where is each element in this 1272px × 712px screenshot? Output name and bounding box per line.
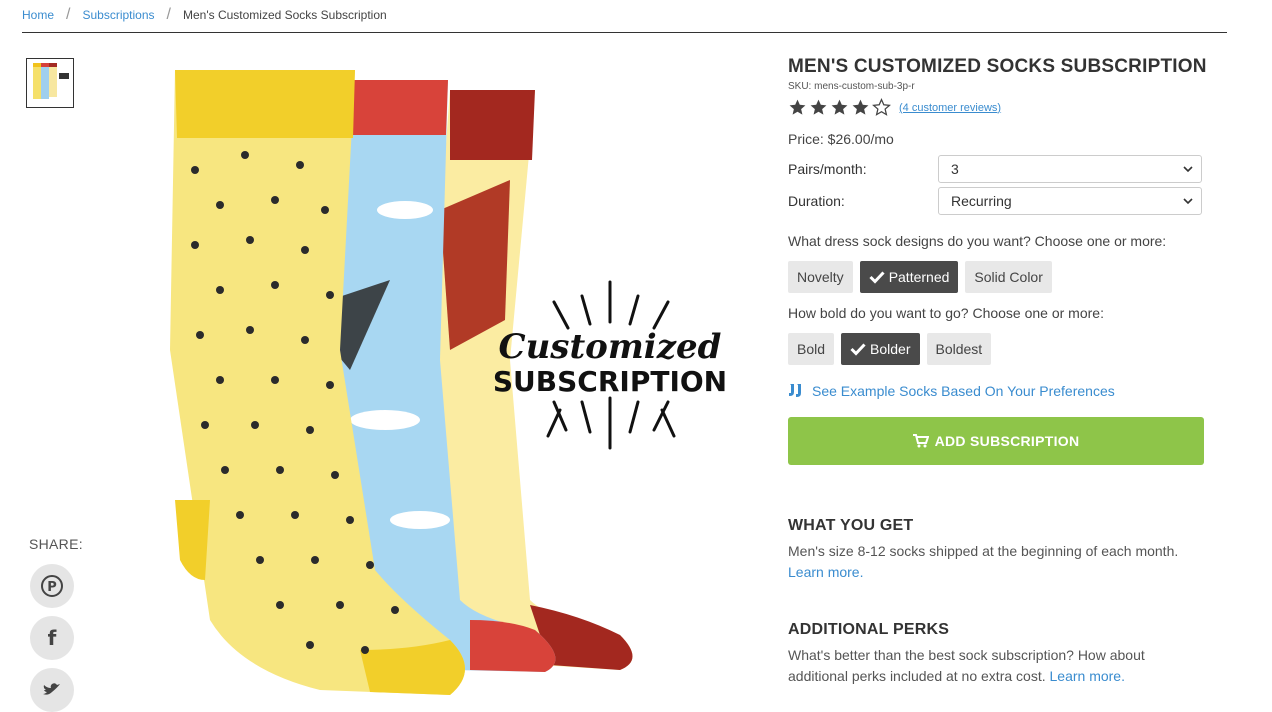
breadcrumb-current: Men's Customized Socks Subscription — [182, 8, 387, 22]
what-you-get-text: Men's size 8-12 socks shipped at the beg… — [788, 541, 1208, 583]
duration-value: Recurring — [951, 193, 1012, 209]
chip-label: Boldest — [935, 341, 983, 357]
pinterest-icon[interactable]: P — [30, 564, 74, 608]
star-filled-icon — [831, 99, 848, 115]
chip-label: Patterned — [888, 269, 950, 285]
product-sku: SKU: mens-custom-sub-3p-r — [788, 81, 915, 92]
design-chip-solid-color[interactable]: Solid Color — [965, 261, 1052, 293]
boldness-question: How bold do you want to go? Choose one o… — [788, 305, 1104, 321]
chevron-down-icon — [1183, 198, 1193, 205]
svg-text:f: f — [48, 626, 57, 650]
design-chip-novelty[interactable]: Novelty — [788, 261, 853, 293]
perks-learn-more-link[interactable]: Learn more. — [1050, 668, 1125, 684]
svg-text:P: P — [47, 580, 57, 595]
breadcrumb-separator: / — [166, 6, 171, 23]
checkmark-icon — [850, 343, 866, 356]
star-rating — [788, 98, 891, 117]
what-you-get-body: Men's size 8-12 socks shipped at the beg… — [788, 543, 1179, 559]
cart-icon — [912, 434, 929, 448]
boldness-chips: Bold Bolder Boldest — [788, 333, 1208, 365]
rating: (4 customer reviews) — [788, 98, 1208, 117]
breadcrumb-subscriptions-link[interactable]: Subscriptions — [82, 8, 154, 22]
star-empty-icon — [872, 98, 891, 116]
learn-more-link[interactable]: Learn more. — [788, 564, 863, 580]
design-chip-patterned[interactable]: Patterned — [859, 261, 959, 293]
add-button-label: ADD SUBSCRIPTION — [934, 433, 1080, 449]
designs-chips: Novelty Patterned Solid Color — [788, 261, 1208, 293]
star-filled-icon — [789, 99, 806, 115]
share-label: SHARE: — [29, 536, 83, 552]
bold-chip-bolder[interactable]: Bolder — [841, 333, 920, 365]
example-socks-link[interactable]: See Example Socks Based On Your Preferen… — [788, 383, 1208, 399]
chip-label: Solid Color — [974, 269, 1043, 285]
pairs-row: Pairs/month: 3 — [788, 155, 1208, 183]
duration-row: Duration: Recurring — [788, 187, 1208, 215]
product-price: Price: $26.00/mo — [788, 131, 894, 147]
chip-label: Bolder — [870, 341, 911, 357]
product-image: Customized SUBSCRIPTION — [150, 60, 750, 700]
add-subscription-button[interactable]: ADD SUBSCRIPTION — [788, 417, 1204, 465]
product-info: MEN'S CUSTOMIZED SOCKS SUBSCRIPTION SKU:… — [788, 56, 1208, 687]
customer-reviews-link[interactable]: (4 customer reviews) — [899, 102, 1001, 114]
image-text-line1: Customized — [499, 327, 722, 367]
breadcrumb: Home / Subscriptions / Men's Customized … — [22, 6, 387, 24]
what-you-get-title: WHAT YOU GET — [788, 517, 914, 534]
duration-label: Duration: — [788, 193, 845, 209]
example-link-label: See Example Socks Based On Your Preferen… — [812, 383, 1115, 399]
chip-label: Novelty — [797, 269, 844, 285]
star-filled-icon — [852, 99, 869, 115]
pairs-label: Pairs/month: — [788, 161, 867, 177]
image-text-line2: SUBSCRIPTION — [493, 365, 727, 398]
breadcrumb-separator: / — [66, 6, 71, 23]
bold-chip-bold[interactable]: Bold — [788, 333, 835, 365]
socks-icon — [789, 384, 801, 397]
chevron-down-icon — [1183, 166, 1193, 173]
product-title: MEN'S CUSTOMIZED SOCKS SUBSCRIPTION — [788, 56, 1207, 77]
twitter-icon[interactable] — [30, 668, 74, 712]
bold-chip-boldest[interactable]: Boldest — [926, 333, 992, 365]
duration-select[interactable]: Recurring — [938, 187, 1202, 215]
additional-perks-text: What's better than the best sock subscri… — [788, 645, 1208, 687]
checkmark-icon — [869, 271, 885, 284]
additional-perks-title: ADDITIONAL PERKS — [788, 621, 950, 638]
product-thumbnail[interactable] — [26, 58, 74, 108]
chip-label: Bold — [797, 341, 826, 357]
facebook-icon[interactable]: f — [30, 616, 74, 660]
designs-question: What dress sock designs do you want? Cho… — [788, 233, 1167, 249]
star-filled-icon — [810, 99, 827, 115]
pairs-select[interactable]: 3 — [938, 155, 1202, 183]
header-divider — [22, 32, 1227, 33]
breadcrumb-home-link[interactable]: Home — [22, 8, 54, 22]
pairs-value: 3 — [951, 161, 959, 177]
